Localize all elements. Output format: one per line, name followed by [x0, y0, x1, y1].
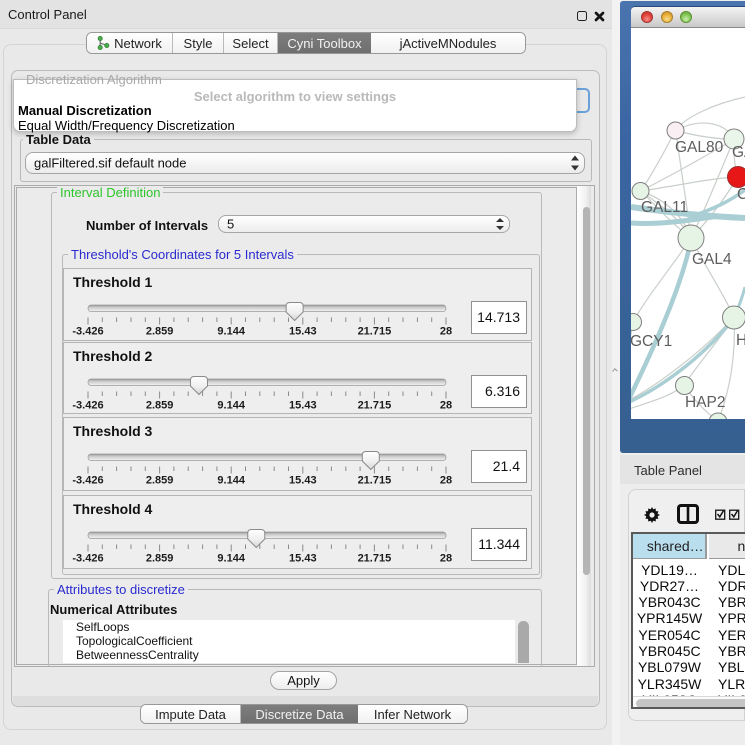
svg-text:HAP2: HAP2	[685, 394, 726, 411]
svg-text:GAL80: GAL80	[675, 139, 724, 156]
svg-text:-3.426: -3.426	[72, 474, 103, 486]
svg-text:9.144: 9.144	[217, 474, 245, 486]
svg-text:15.43: 15.43	[289, 552, 317, 564]
svg-text:21.715: 21.715	[358, 552, 392, 564]
svg-text:28: 28	[440, 552, 452, 564]
svg-text:GA: GA	[732, 144, 745, 161]
svg-text:9.144: 9.144	[217, 326, 245, 338]
svg-text:21.715: 21.715	[358, 474, 392, 486]
svg-text:9.144: 9.144	[217, 400, 245, 412]
svg-text:28: 28	[440, 326, 452, 338]
svg-text:H: H	[736, 332, 745, 349]
svg-text:2.859: 2.859	[146, 326, 174, 338]
svg-text:21.715: 21.715	[358, 400, 392, 412]
svg-text:GAL11: GAL11	[641, 199, 688, 216]
svg-text:15.43: 15.43	[289, 326, 317, 338]
svg-text:-3.426: -3.426	[72, 326, 103, 338]
svg-text:-3.426: -3.426	[72, 552, 103, 564]
svg-text:-3.426: -3.426	[72, 400, 103, 412]
svg-text:2.859: 2.859	[146, 474, 174, 486]
svg-text:2.859: 2.859	[146, 552, 174, 564]
svg-text:GAL4: GAL4	[692, 251, 732, 268]
svg-text:21.715: 21.715	[358, 326, 392, 338]
svg-text:9.144: 9.144	[217, 552, 245, 564]
svg-text:C: C	[737, 186, 745, 203]
svg-text:28: 28	[440, 474, 452, 486]
svg-text:15.43: 15.43	[289, 400, 317, 412]
svg-text:2.859: 2.859	[146, 400, 174, 412]
svg-text:28: 28	[440, 400, 452, 412]
svg-text:GCY1: GCY1	[631, 333, 672, 350]
svg-text:15.43: 15.43	[289, 474, 317, 486]
